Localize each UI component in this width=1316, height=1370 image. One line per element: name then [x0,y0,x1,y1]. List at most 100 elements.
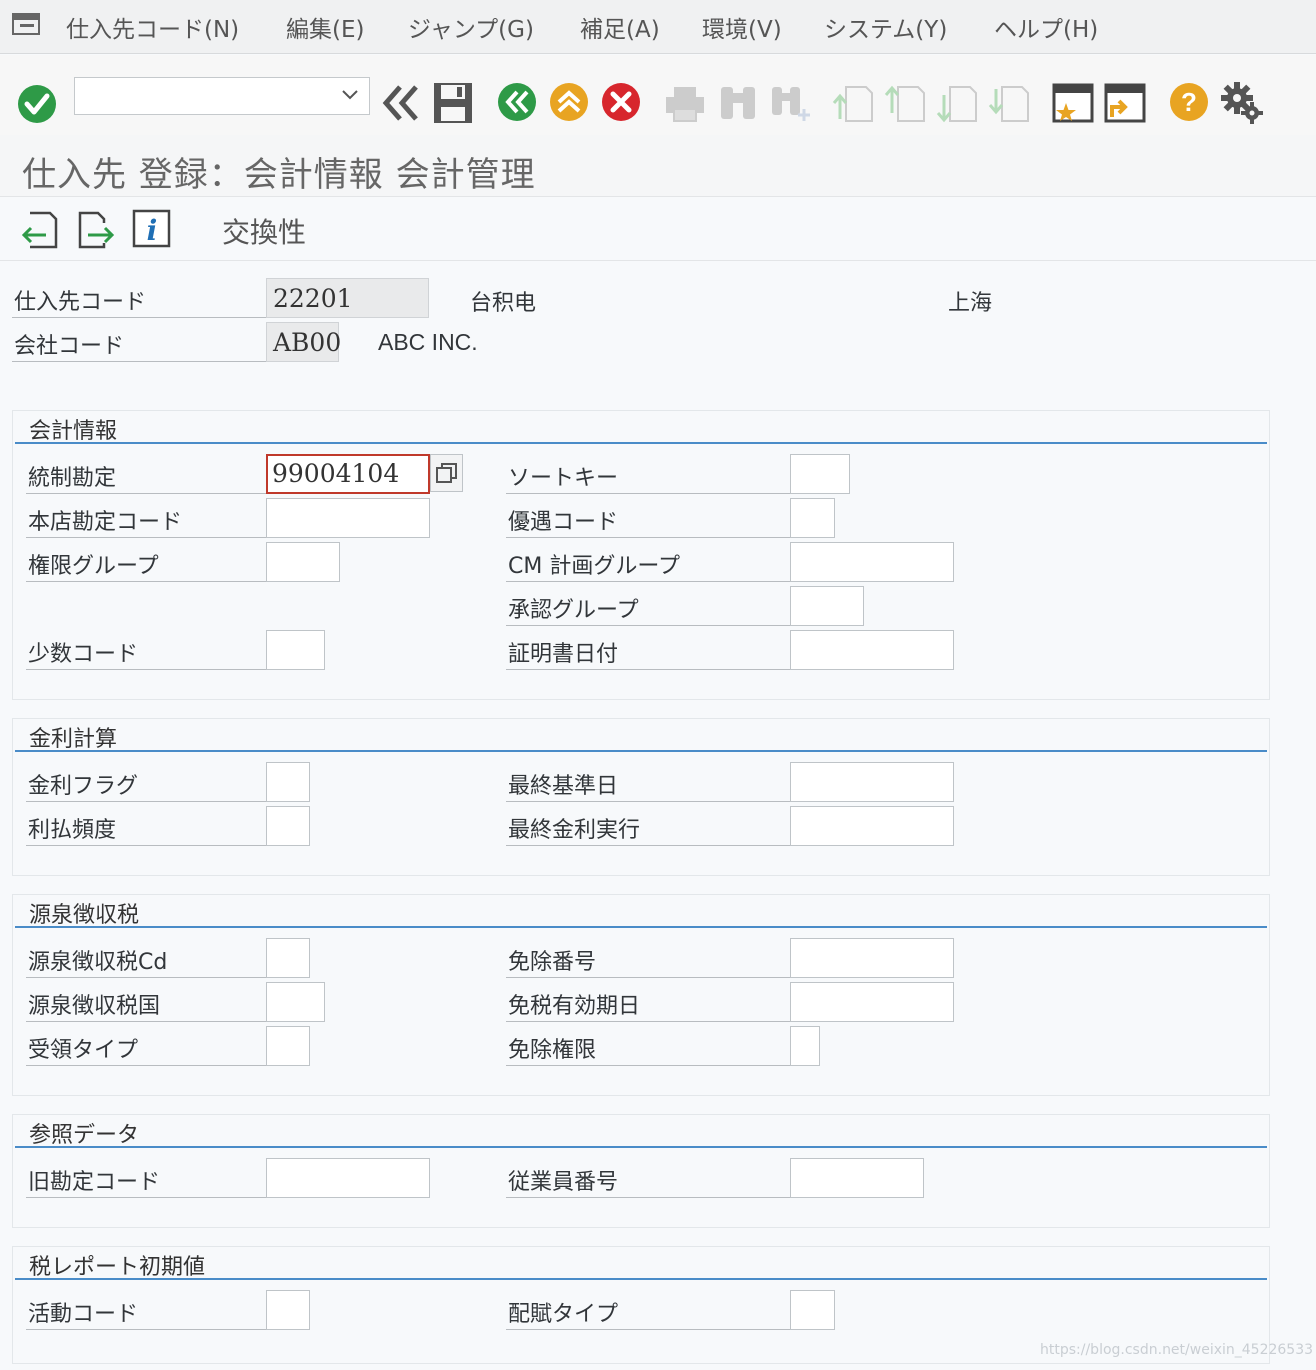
previous-page-icon [884,85,925,122]
auth-group-field[interactable] [266,542,340,582]
label-underline [506,1329,790,1330]
wht-country-field[interactable] [266,982,325,1022]
menu-bar: 仕入先コード(N) 編集(E) ジャンプ(G) 補足(A) 環境(V) システム… [0,0,1316,54]
save-icon[interactable] [432,81,474,125]
group-reference: 参照データ [12,1114,1270,1228]
value-help-icon [436,463,457,483]
exit-icon[interactable] [548,81,590,123]
distribution-type-field[interactable] [790,1290,835,1330]
personnel-number-field[interactable] [790,1158,924,1198]
group-title-line [15,750,1267,752]
label-underline [506,493,790,494]
generate-shortcut-icon[interactable] [1104,83,1146,125]
find-icon [721,87,755,119]
create-session-icon[interactable] [1052,83,1094,125]
double-chevron-left-icon[interactable] [380,83,422,123]
wht-code-field[interactable] [266,938,310,978]
company-label-underline [12,361,266,362]
help-icon[interactable]: ? [1168,81,1210,123]
label-underline [26,977,266,978]
command-field[interactable] [74,77,370,115]
vendor-name: 台积电 [470,291,537,316]
company-code-field[interactable]: AB00 [266,322,341,362]
last-page-icon [988,86,1029,122]
last-interest-run-label: 最終金利実行 [508,818,641,843]
vendor-code-field[interactable]: 22201 [266,278,429,318]
personnel-number-label: 従業員番号 [508,1170,619,1195]
exemption-authority-field[interactable] [790,1026,820,1066]
last-key-date-field[interactable] [790,762,954,802]
head-office-label: 本店勘定コード [28,510,183,535]
group-interest: 金利計算 [12,718,1270,876]
group-title-line [15,926,1267,928]
menu-environment[interactable]: 環境(V) [702,10,782,44]
value-help-button[interactable] [430,454,463,492]
group-title: 参照データ [29,1123,140,1148]
next-page-icon [936,86,977,123]
label-underline [26,669,266,670]
recipient-type-field[interactable] [266,1026,310,1066]
label-underline [26,581,266,582]
sort-key-field[interactable] [790,454,850,494]
preference-label: 優遇コード [508,510,619,535]
exemption-valid-field[interactable] [790,982,954,1022]
label-underline [26,493,266,494]
approval-group-field[interactable] [790,586,864,626]
menu-icon[interactable] [12,12,42,38]
recon-account-field[interactable]: 99004104 [266,454,430,494]
group-title-line [15,1146,1267,1148]
label-underline [506,1021,790,1022]
head-office-field[interactable] [266,498,430,538]
company-label: 会社コード [14,334,125,359]
vendor-city: 上海 [948,291,993,316]
label-underline [26,1197,266,1198]
cancel-icon[interactable] [600,81,642,123]
auth-group-label: 権限グループ [28,554,159,579]
label-underline [26,537,266,538]
interest-flag-field[interactable] [266,762,310,802]
label-underline [26,801,266,802]
menu-goto[interactable]: ジャンプ(G) [408,10,534,44]
info-icon[interactable]: i [132,209,172,249]
minority-field[interactable] [266,630,325,670]
label-underline [506,625,790,626]
label-underline [26,1065,266,1066]
exemption-number-field[interactable] [790,938,954,978]
last-key-date-label: 最終基準日 [508,774,619,799]
distribution-type-label: 配賦タイプ [508,1302,619,1327]
interest-freq-field[interactable] [266,806,310,846]
recipient-type-label: 受領タイプ [28,1038,139,1063]
label-underline [506,669,790,670]
chevron-down-icon[interactable] [341,88,359,102]
label-underline [506,845,790,846]
cm-group-field[interactable] [790,542,954,582]
prev-account-field[interactable] [266,1158,430,1198]
enter-icon[interactable] [16,83,58,125]
activity-code-label: 活動コード [28,1302,139,1327]
back-icon[interactable] [496,81,538,123]
next-screen-icon[interactable] [76,211,116,249]
last-interest-run-field[interactable] [790,806,954,846]
gear-icon[interactable] [1220,81,1264,125]
menu-vendor[interactable]: 仕入先コード(N) [66,10,239,44]
label-underline [506,537,790,538]
exchange-button[interactable]: 交換性 [222,211,306,251]
cert-date-field[interactable] [790,630,954,670]
wht-country-label: 源泉徴収税国 [28,994,161,1019]
svg-text:?: ? [1181,87,1197,117]
menu-edit[interactable]: 編集(E) [286,10,364,44]
cert-date-label: 証明書日付 [508,642,619,667]
label-underline [26,1021,266,1022]
group-title: 会計情報 [29,419,118,444]
find-next-icon [772,87,810,121]
menu-help[interactable]: ヘルプ(H) [994,10,1098,44]
first-page-icon [832,86,873,122]
activity-code-field[interactable] [266,1290,310,1330]
previous-screen-icon[interactable] [20,211,60,249]
group-title-line [15,442,1267,444]
menu-extras[interactable]: 補足(A) [580,10,660,44]
menu-system[interactable]: システム(Y) [824,10,947,44]
page-title: 仕入先 登録：会計情報 会計管理 [22,155,536,195]
watermark: https://blog.csdn.net/weixin_45226533 [1040,1342,1314,1358]
preference-field[interactable] [790,498,835,538]
